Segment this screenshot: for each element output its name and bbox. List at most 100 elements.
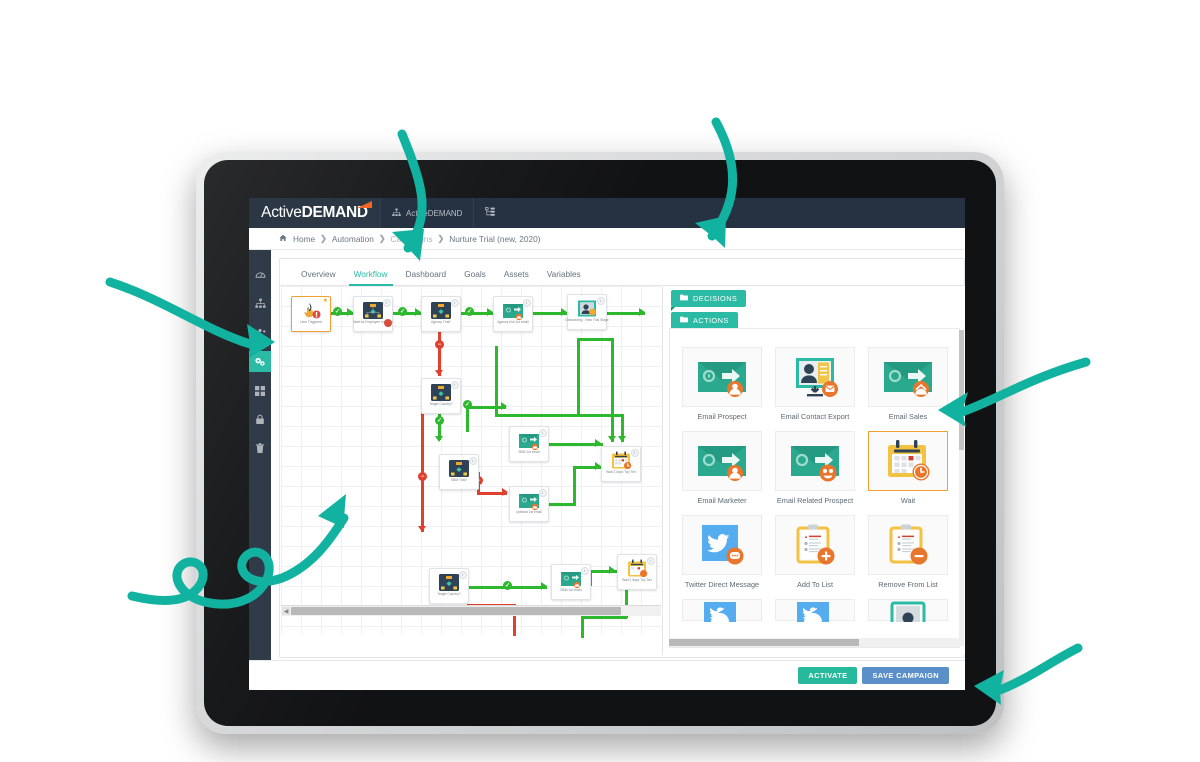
workflow-node-label: optional 1st email — [516, 510, 542, 514]
action-card-add-to-list[interactable]: Add To List — [775, 514, 855, 590]
panel-tab-actions[interactable]: ACTIONS — [671, 312, 738, 333]
workflow-node-target-country-2[interactable]: i Target Country? — [429, 568, 469, 604]
sidebar-item-trash[interactable] — [249, 438, 271, 459]
application-screen: ActiveDEMAND ActiveDEMAND Home ❯ Automat… — [249, 198, 965, 690]
hierarchy-icon — [485, 207, 496, 219]
scrollbar-thumb[interactable] — [959, 330, 964, 450]
activate-button[interactable]: ACTIVATE — [798, 667, 858, 684]
tab-dashboard[interactable]: Dashboard — [397, 269, 456, 285]
panel-tab-decisions[interactable]: DECISIONS — [671, 290, 747, 311]
nav-item-hierarchy[interactable] — [473, 198, 506, 228]
workflow-node-optional-first-email[interactable]: i optional 1st email — [509, 486, 549, 522]
workflow-node-label: User Triggered — [300, 320, 322, 324]
action-card-twitter-unfollow[interactable] — [775, 598, 855, 626]
workflow-node-label: Target Country? — [429, 402, 453, 406]
workflow-node-label: SBM 1st email — [560, 588, 582, 592]
workflow-canvas[interactable]: ✓ ✓ ✓ − ✓ ✓ − ✓ ★ User Triggered i Wait … — [281, 286, 661, 646]
wait-calendar-icon — [609, 451, 633, 470]
breadcrumb-separator: ❯ — [320, 234, 327, 243]
connector-yes-badge: ✓ — [465, 307, 474, 316]
breadcrumb-campaigns[interactable]: Campaigns — [391, 234, 433, 244]
breadcrumb-automation[interactable]: Automation — [332, 234, 374, 244]
sidebar-item-dashboard[interactable] — [249, 264, 271, 285]
folder-icon — [680, 294, 688, 303]
workflow-node-sbm-first-email-2[interactable]: i SBM 1st email — [551, 564, 591, 600]
workflow-node-label: Agency trial 1st email — [497, 320, 529, 324]
decision-icon — [361, 301, 385, 320]
action-card-wait[interactable]: Wait — [868, 430, 948, 506]
panel-horizontal-scrollbar[interactable] — [669, 638, 960, 647]
workflow-node-agency-trial-email[interactable]: i Agency trial 1st email — [493, 296, 533, 332]
remove-from-list-icon — [868, 514, 948, 575]
tab-overview[interactable]: Overview — [292, 269, 345, 285]
panel-tab-label: ACTIONS — [693, 316, 729, 325]
tab-assets[interactable]: Assets — [495, 269, 538, 285]
scrollbar-thumb[interactable] — [291, 607, 621, 615]
workflow-node-agency-trial[interactable]: i Agency Trial? — [421, 296, 461, 332]
wait-calendar-icon — [868, 430, 948, 491]
tab-variables[interactable]: Variables — [538, 269, 590, 285]
panel-vertical-scrollbar[interactable] — [959, 330, 964, 646]
nav-item-activedemand[interactable]: ActiveDEMAND — [380, 198, 473, 228]
workflow-node-sbm-first-email[interactable]: i SBM 1st email — [509, 426, 549, 462]
action-card-label: Email Prospect — [697, 412, 747, 421]
tab-workflow[interactable]: Workflow — [345, 269, 397, 286]
save-campaign-button[interactable]: SAVE CAMPAIGN — [862, 667, 949, 684]
scroll-left-arrow-icon[interactable]: ◀ — [282, 607, 290, 615]
action-card-label: Email Contact Export — [780, 412, 850, 421]
action-card-email-related-prospect[interactable]: Email Related Prospect — [775, 430, 855, 506]
action-card-label: Email Marketer — [697, 495, 747, 505]
action-card-twitter-dm[interactable]: Twitter Direct Message — [682, 514, 762, 590]
workflow-node-target-country[interactable]: i Target Country? — [421, 378, 461, 414]
workflow-node-user-triggered[interactable]: ★ User Triggered — [291, 296, 331, 332]
email-icon — [559, 569, 583, 589]
workflow-canvas-grid: ✓ ✓ ✓ − ✓ ✓ − ✓ ★ User Triggered i Wait … — [281, 286, 661, 638]
tab-goals[interactable]: Goals — [455, 269, 495, 285]
breadcrumb-home[interactable]: Home — [293, 234, 315, 244]
workflow-node-label: Wait 2 days Top Tier — [606, 470, 636, 474]
email-prospect-icon — [682, 347, 762, 407]
action-card-label: Email Related Prospect — [776, 495, 854, 505]
connector-yes-badge: ✓ — [333, 307, 342, 316]
action-card-email-prospect[interactable]: Email Prospect — [682, 347, 762, 422]
connector-yes-badge: ✓ — [503, 581, 512, 590]
action-card-label: Remove From List — [878, 579, 938, 589]
email-marketer-icon — [682, 430, 762, 491]
actions-card-list[interactable]: Email Prospect Email Contact Export Emai… — [669, 328, 960, 648]
sidebar-item-sitemap[interactable] — [249, 293, 271, 314]
action-card-email-marketer[interactable]: Email Marketer — [682, 430, 762, 506]
twitter-follow-icon — [682, 598, 762, 622]
action-card-twitter-follow[interactable] — [682, 598, 762, 626]
sidebar-item-security[interactable] — [249, 409, 271, 430]
scrollbar-thumb[interactable] — [669, 639, 859, 646]
action-card-remove-from-list[interactable]: Remove From List — [868, 514, 948, 590]
sidebar-item-apps[interactable] — [249, 380, 271, 401]
star-icon: ★ — [322, 298, 328, 304]
brand-bold-text: DEMAND — [301, 204, 369, 221]
decision-icon — [429, 383, 453, 402]
workflow-node-label: Wait 2 days Top Tier — [622, 578, 652, 582]
sidebar-item-contacts[interactable] — [249, 322, 271, 343]
decision-icon — [437, 573, 461, 592]
action-card-email-sales[interactable]: Email Sales — [868, 347, 948, 422]
workflow-node-wait-two-days[interactable]: i Wait 2 days Top Tier — [601, 446, 641, 482]
connector-no-badge: − — [418, 472, 427, 481]
home-icon — [279, 234, 287, 244]
action-card-record[interactable] — [868, 598, 948, 626]
workflow-node-onboarding-stage[interactable]: i Onboarding - New Trial Stage — [565, 294, 609, 330]
canvas-horizontal-scrollbar[interactable]: ◀ — [281, 605, 661, 616]
sidebar-item-automation[interactable] — [249, 351, 271, 372]
workflow-node-wait-two-days-2[interactable]: i Wait 2 days Top Tier — [617, 554, 657, 590]
workflow-node-wait-employee[interactable]: i Wait for Employee creation — [353, 296, 393, 332]
nav-item-label: ActiveDEMAND — [406, 208, 463, 218]
users-icon — [254, 327, 266, 338]
action-card-email-contact-export[interactable]: Email Contact Export — [775, 347, 855, 422]
contact-stage-icon — [575, 299, 599, 318]
workflow-node-label: SBM Trial? — [450, 478, 468, 482]
workflow-node-sbm-trial[interactable]: i SBM Trial? — [439, 454, 479, 490]
panel-tab-label: DECISIONS — [693, 294, 738, 303]
grid-icon — [255, 385, 265, 396]
email-related-prospect-icon — [775, 430, 855, 491]
brand-logo[interactable]: ActiveDEMAND — [249, 198, 380, 228]
lock-icon — [255, 414, 265, 425]
